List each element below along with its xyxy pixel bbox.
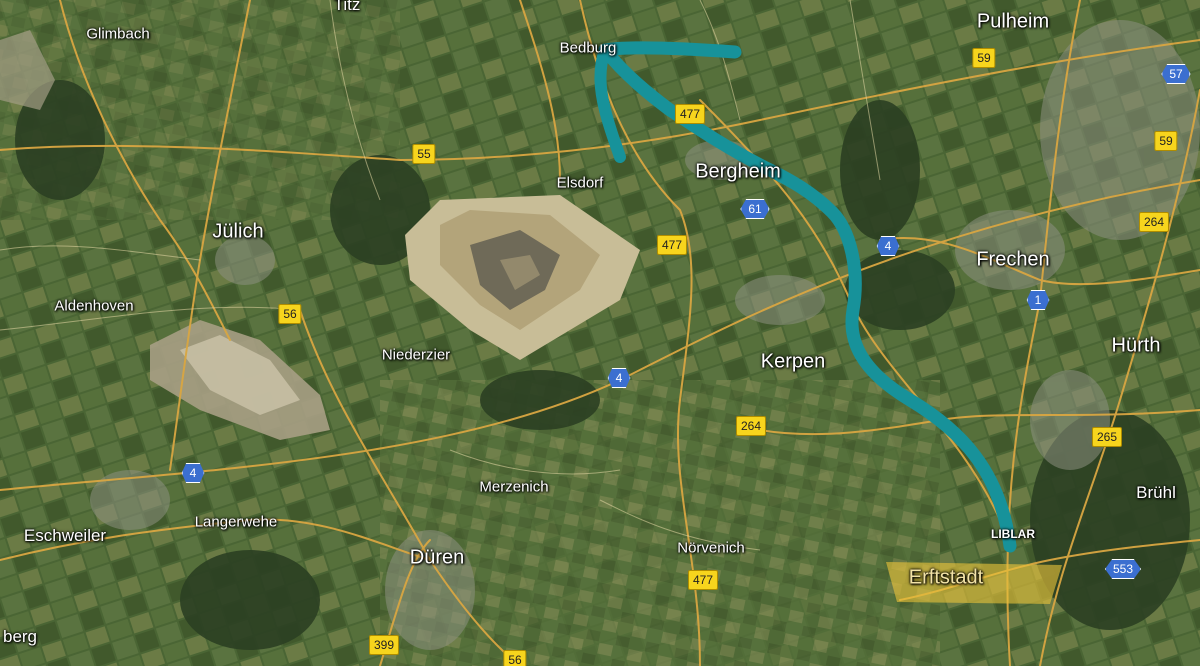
road-shield-264: 264 [735, 416, 767, 436]
place-label-kerpen: Kerpen [760, 350, 826, 373]
road-shield-265: 265 [1091, 427, 1123, 447]
road-shield-553: 553 [1104, 559, 1142, 579]
road-shield-399: 399 [368, 635, 400, 655]
place-label-langerwehe: Langerwehe [194, 513, 278, 531]
place-label-norvenich: Nörvenich [677, 539, 745, 557]
road-shield-57: 57 [1161, 64, 1191, 84]
road-shield-4: 4 [181, 463, 205, 483]
road-shield-264: 264 [1138, 212, 1170, 232]
map-imagery [0, 0, 1200, 666]
road-shield-477: 477 [687, 570, 719, 590]
place-label-frechen: Frechen [976, 248, 1050, 271]
place-label-bedburg: Bedburg [559, 39, 617, 57]
road-shield-4: 4 [607, 368, 631, 388]
highlight-label-erftstadt: Erftstadt [908, 566, 984, 589]
road-shield-59: 59 [972, 48, 996, 68]
place-label-niederzier: Niederzier [381, 346, 451, 364]
place-label-hurth: Hürth [1111, 334, 1161, 357]
place-label-berg: berg [2, 627, 38, 646]
satellite-map[interactable]: Titz Glimbach Bedburg Pulheim Elsdorf Be… [0, 0, 1200, 666]
place-label-pulheim: Pulheim [976, 10, 1050, 33]
road-shield-4: 4 [876, 236, 900, 256]
road-shield-1: 1 [1026, 290, 1050, 310]
road-shield-59: 59 [1154, 131, 1178, 151]
place-label-elsdorf: Elsdorf [556, 174, 604, 192]
road-shield-61: 61 [740, 199, 770, 219]
place-label-glimbach: Glimbach [86, 25, 150, 43]
road-shield-477: 477 [656, 235, 688, 255]
place-label-duren: Düren [409, 546, 465, 569]
place-label-liblar: LIBLAR [991, 527, 1035, 541]
place-label-bruhl: Brühl [1136, 483, 1176, 502]
place-label-julich: Jülich [212, 220, 264, 243]
place-label-merzenich: Merzenich [479, 478, 549, 496]
road-shield-55: 55 [412, 144, 436, 164]
place-label-aldenhoven: Aldenhoven [54, 297, 134, 315]
place-label-titz: Titz [333, 0, 361, 14]
road-shield-477: 477 [674, 104, 706, 124]
road-shield-56: 56 [278, 304, 302, 324]
road-shield-56: 56 [503, 650, 527, 666]
place-label-eschweiler: Eschweiler [23, 526, 107, 545]
place-label-bergheim: Bergheim [695, 160, 781, 183]
